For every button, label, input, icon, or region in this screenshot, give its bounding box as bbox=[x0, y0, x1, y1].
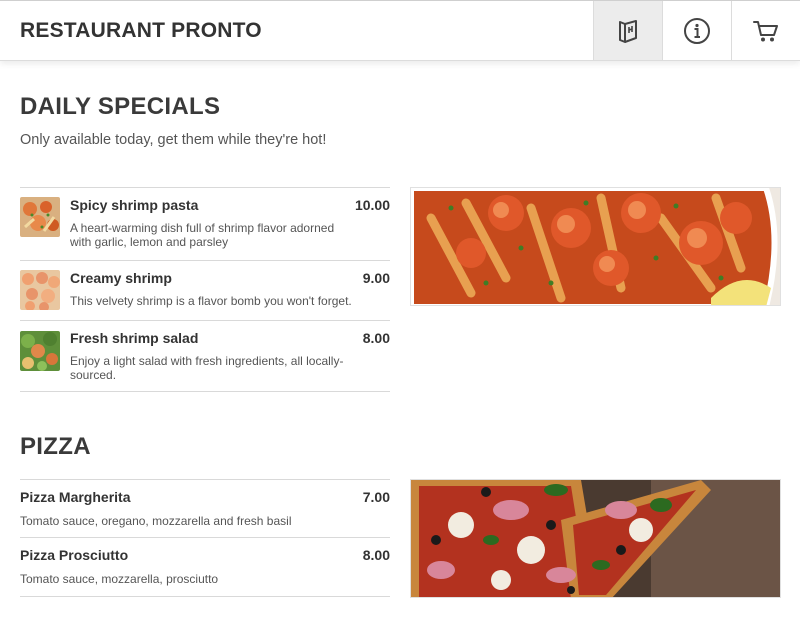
item-description: Tomato sauce, oregano, mozzarella and fr… bbox=[20, 514, 292, 528]
info-button[interactable] bbox=[662, 1, 731, 60]
item-price: 10.00 bbox=[354, 197, 390, 213]
menu-item-spicy-shrimp-pasta[interactable]: Spicy shrimp pasta 10.00 A heart-warming… bbox=[20, 188, 390, 261]
menu-item-creamy-shrimp[interactable]: Creamy shrimp 9.00 This velvety shrimp i… bbox=[20, 261, 390, 321]
item-price: 9.00 bbox=[362, 270, 390, 286]
item-description: This velvety shrimp is a flavor bomb you… bbox=[70, 294, 352, 308]
pizza-image bbox=[410, 479, 781, 598]
menu-item-pizza-prosciutto[interactable]: Pizza Prosciutto 8.00 Tomato sauce, mozz… bbox=[20, 538, 390, 597]
daily-specials-title: DAILY SPECIALS bbox=[20, 93, 221, 120]
spicy-shrimp-pasta-thumbnail bbox=[20, 197, 60, 237]
item-description: A heart-warming dish full of shrimp flav… bbox=[70, 221, 335, 249]
menu-item-pizza-margherita[interactable]: Pizza Margherita 7.00 Tomato sauce, oreg… bbox=[20, 480, 390, 538]
menu-book-icon bbox=[619, 19, 637, 43]
menu-button[interactable] bbox=[593, 1, 662, 60]
item-price: 8.00 bbox=[362, 547, 390, 563]
pizza-title: PIZZA bbox=[20, 433, 91, 460]
item-description: Tomato sauce, mozzarella, prosciutto bbox=[20, 572, 219, 586]
item-name: Pizza Prosciutto bbox=[20, 547, 129, 563]
item-price: 8.00 bbox=[362, 330, 390, 346]
cart-button[interactable] bbox=[731, 1, 800, 60]
creamy-shrimp-thumbnail bbox=[20, 270, 60, 310]
pizza-list: Pizza Margherita 7.00 Tomato sauce, oreg… bbox=[20, 479, 390, 597]
daily-specials-list: Spicy shrimp pasta 10.00 A heart-warming… bbox=[20, 187, 390, 392]
item-name: Fresh shrimp salad bbox=[70, 330, 199, 346]
fresh-shrimp-salad-thumbnail bbox=[20, 331, 60, 371]
restaurant-name: RESTAURANT PRONTO bbox=[20, 18, 262, 42]
item-name: Creamy shrimp bbox=[70, 270, 172, 286]
item-name: Spicy shrimp pasta bbox=[70, 197, 199, 213]
cart-icon bbox=[753, 20, 778, 41]
top-bar: RESTAURANT PRONTO bbox=[0, 0, 800, 61]
daily-specials-image bbox=[410, 187, 781, 306]
item-name: Pizza Margherita bbox=[20, 489, 131, 505]
menu-item-fresh-shrimp-salad[interactable]: Fresh shrimp salad 8.00 Enjoy a light sa… bbox=[20, 321, 390, 392]
daily-specials-subtitle: Only available today, get them while the… bbox=[20, 132, 327, 148]
item-description: Enjoy a light salad with fresh ingredien… bbox=[70, 354, 344, 382]
item-price: 7.00 bbox=[362, 489, 390, 505]
info-icon bbox=[684, 17, 710, 44]
